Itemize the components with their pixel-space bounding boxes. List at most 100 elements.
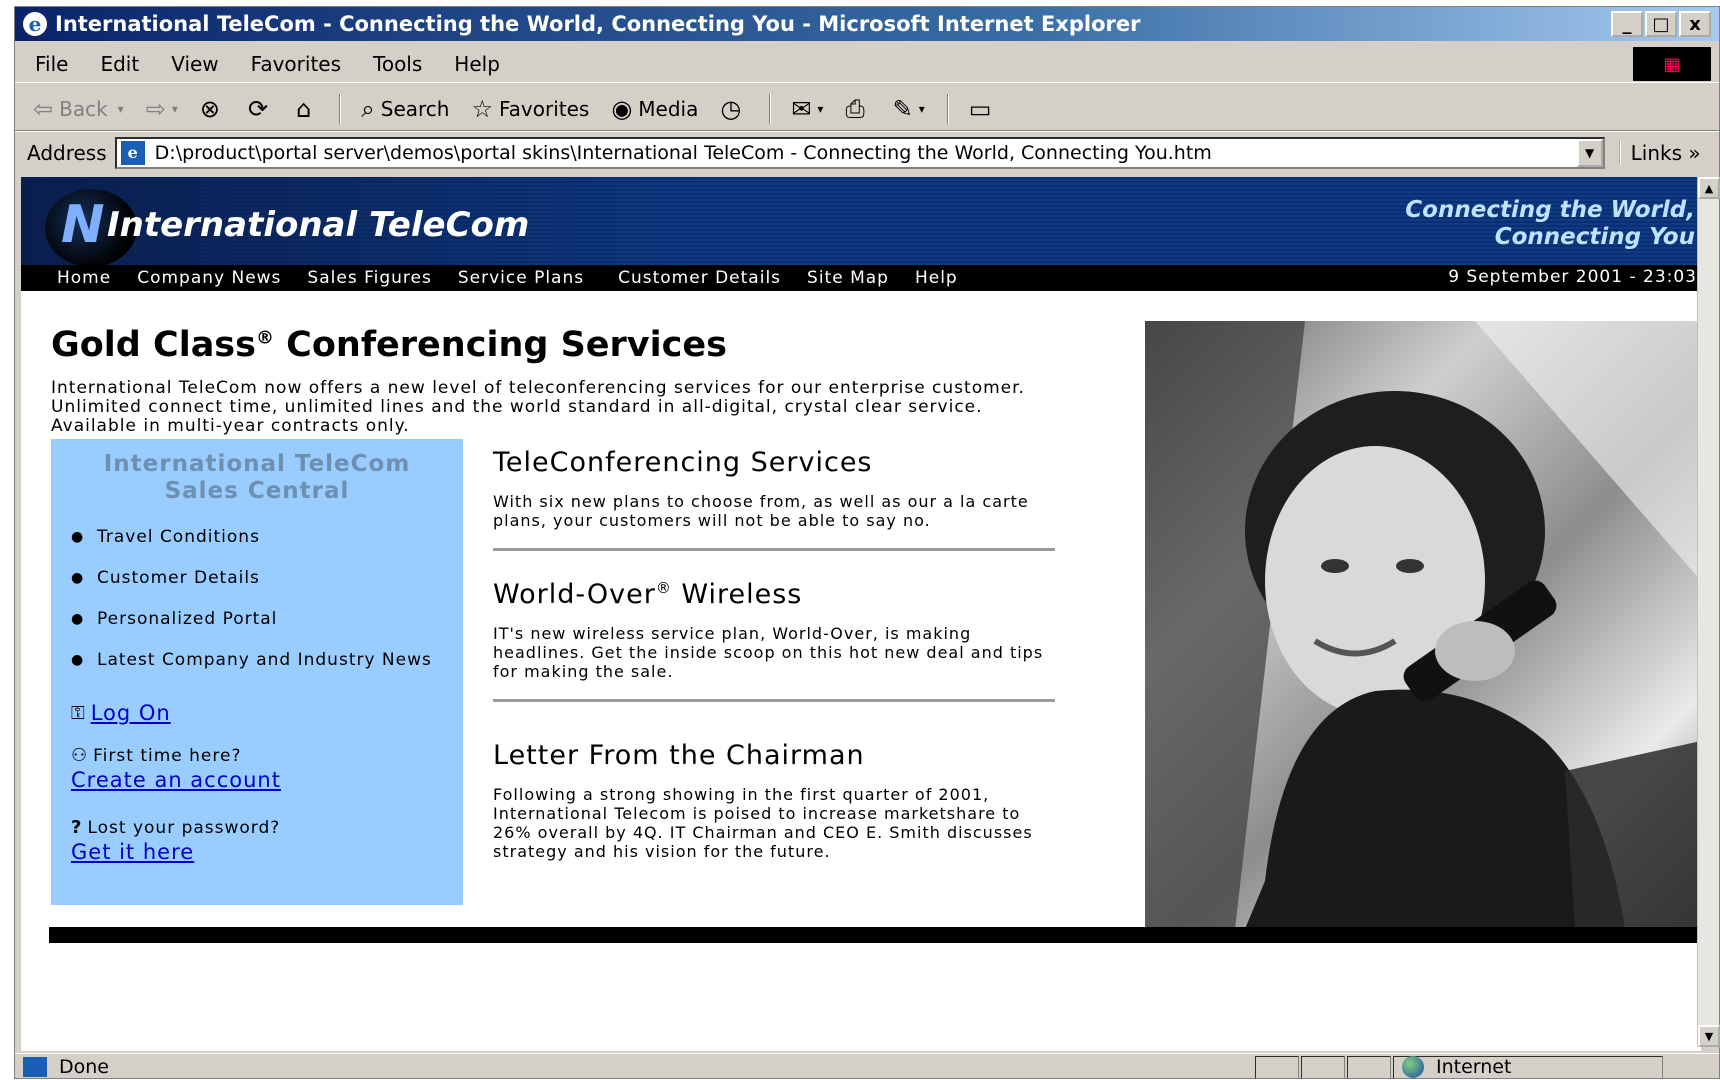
get-password-link[interactable]: Get it here <box>71 840 194 864</box>
search-label: Search <box>380 96 450 121</box>
refresh-button[interactable]: ⟳ <box>248 95 274 123</box>
mail-dropdown-icon[interactable]: ▾ <box>817 102 823 116</box>
site-logo[interactable]: International TeleCom <box>107 205 529 245</box>
bullet-icon: ● <box>71 611 85 627</box>
nav-site-map[interactable]: Site Map <box>807 268 889 288</box>
list-item-label: Customer Details <box>97 568 260 588</box>
forward-arrow-icon: ⇨ <box>145 94 166 123</box>
menu-favorites[interactable]: Favorites <box>251 52 341 76</box>
section-title[interactable]: Letter From the Chairman <box>493 740 1053 771</box>
menu-edit[interactable]: Edit <box>100 52 139 76</box>
section-title[interactable]: World-Over® Wireless <box>493 579 1053 610</box>
discuss-button[interactable]: ▭ <box>969 95 998 123</box>
title-bar: e International TeleCom - Connecting the… <box>15 7 1719 41</box>
address-input[interactable]: e D:\product\portal server\demos\portal … <box>114 136 1605 169</box>
status-bar: Done Internet <box>15 1053 1719 1080</box>
window-title: International TeleCom - Connecting the W… <box>55 12 1141 36</box>
page-title-main: Gold Class <box>51 325 256 365</box>
nav-company-news[interactable]: Company News <box>137 268 281 288</box>
section-world-over: World-Over® Wireless IT's new wireless s… <box>493 579 1055 702</box>
status-panel <box>1347 1055 1391 1079</box>
links-label: Links <box>1630 140 1683 165</box>
zone-text: Internet <box>1436 1056 1512 1078</box>
nav-help[interactable]: Help <box>915 268 958 288</box>
lost-password-block: ? Lost your password? Get it here <box>71 817 280 864</box>
scroll-up-icon[interactable]: ▲ <box>1698 177 1720 199</box>
sections-column: TeleConferencing Services With six new p… <box>493 447 1055 861</box>
toolbar-separator <box>339 93 342 124</box>
section-title[interactable]: TeleConferencing Services <box>493 447 1053 478</box>
nav-home[interactable]: Home <box>57 268 111 288</box>
add-user-icon: ⚇ <box>71 745 88 766</box>
search-button[interactable]: ⌕ Search <box>361 95 449 123</box>
stop-button[interactable]: ⊗ <box>200 95 226 123</box>
forward-dropdown-icon[interactable]: ▾ <box>172 102 178 116</box>
status-panel <box>1255 1055 1299 1079</box>
media-icon: ◉ <box>611 94 633 123</box>
toolbar-separator <box>769 93 772 124</box>
stop-icon: ⊗ <box>199 94 220 123</box>
nav-service-plans[interactable]: Service Plans <box>458 268 584 288</box>
section-chairman-letter: Letter From the Chairman Following a str… <box>493 740 1053 861</box>
logo-mark-icon: N <box>61 195 105 255</box>
list-item[interactable]: ● Latest Company and Industry News <box>71 650 451 670</box>
menu-help[interactable]: Help <box>454 52 500 76</box>
menu-file[interactable]: File <box>35 52 68 76</box>
list-item[interactable]: ● Travel Conditions <box>71 527 451 547</box>
lost-password-text: Lost your password? <box>87 817 281 838</box>
create-account-link[interactable]: Create an account <box>71 768 281 792</box>
scroll-down-icon[interactable]: ▼ <box>1698 1025 1720 1047</box>
edit-button[interactable]: ✎ ▾ <box>893 95 925 123</box>
address-label: Address <box>27 140 107 165</box>
history-button[interactable]: ◷ <box>720 95 747 123</box>
section-title-rest: Wireless <box>671 579 803 610</box>
maximize-button[interactable]: □ <box>1645 11 1677 37</box>
list-item-label: Travel Conditions <box>97 527 260 547</box>
back-button[interactable]: ⇦ Back ▾ <box>33 95 124 123</box>
vertical-scrollbar[interactable]: ▲ ▼ <box>1697 177 1720 1047</box>
menu-view[interactable]: View <box>171 52 218 76</box>
back-dropdown-icon[interactable]: ▾ <box>118 102 124 116</box>
favorites-icon: ☆ <box>471 94 493 123</box>
favorites-button[interactable]: ☆ Favorites <box>471 95 589 123</box>
nav-customer-details[interactable]: Customer Details <box>618 268 781 288</box>
internet-explorer-icon: e <box>23 12 47 36</box>
refresh-icon: ⟳ <box>247 94 269 123</box>
menu-bar: File Edit View Favorites Tools Help ▦ <box>15 45 1719 83</box>
page-icon: e <box>120 140 145 165</box>
close-button[interactable]: x <box>1679 11 1711 37</box>
history-icon: ◷ <box>720 94 742 123</box>
site-nav: Home Company News Sales Figures Service … <box>21 265 1701 291</box>
forward-button[interactable]: ⇨ ▾ <box>146 95 178 123</box>
menu-tools[interactable]: Tools <box>373 52 422 76</box>
mail-button[interactable]: ✉ ▾ <box>791 95 823 123</box>
links-toolbar[interactable]: Links » <box>1618 140 1701 165</box>
list-item[interactable]: ● Personalized Portal <box>71 609 451 629</box>
minimize-button[interactable]: _ <box>1611 11 1643 37</box>
page-viewport: N International TeleCom Connecting the W… <box>21 177 1701 1051</box>
browser-window: e International TeleCom - Connecting the… <box>14 6 1720 1079</box>
site-banner: N International TeleCom Connecting the W… <box>21 177 1701 265</box>
sales-central-title-line1: International TeleCom <box>103 451 411 477</box>
sales-central-box: International TeleCom Sales Central ● Tra… <box>51 439 463 905</box>
list-item-label: Latest Company and Industry News <box>97 650 432 670</box>
home-button[interactable]: ⌂ <box>296 95 317 123</box>
first-time-text: First time here? <box>93 745 242 766</box>
nav-sales-figures[interactable]: Sales Figures <box>307 268 431 288</box>
log-on-link[interactable]: Log On <box>91 701 171 725</box>
section-body: Following a strong showing in the first … <box>493 785 1033 861</box>
nav-datetime: 9 September 2001 - 23:03 <box>1448 267 1697 287</box>
list-item[interactable]: ● Customer Details <box>71 568 451 588</box>
address-dropdown-icon[interactable]: ▼ <box>1576 138 1603 167</box>
media-button[interactable]: ◉ Media <box>611 95 698 123</box>
window-controls: _ □ x <box>1611 11 1711 37</box>
print-button[interactable]: ⎙ <box>845 95 870 123</box>
edit-dropdown-icon[interactable]: ▾ <box>919 102 925 116</box>
page-title-rest: Conferencing Services <box>273 325 727 365</box>
site-tagline: Connecting the World, Connecting You <box>1405 197 1695 251</box>
address-bar: Address e D:\product\portal server\demos… <box>15 131 1719 173</box>
home-icon: ⌂ <box>296 94 312 123</box>
sales-central-title-line2: Sales Central <box>164 478 350 504</box>
footer-bar <box>49 927 1701 943</box>
back-label: Back <box>59 96 108 121</box>
